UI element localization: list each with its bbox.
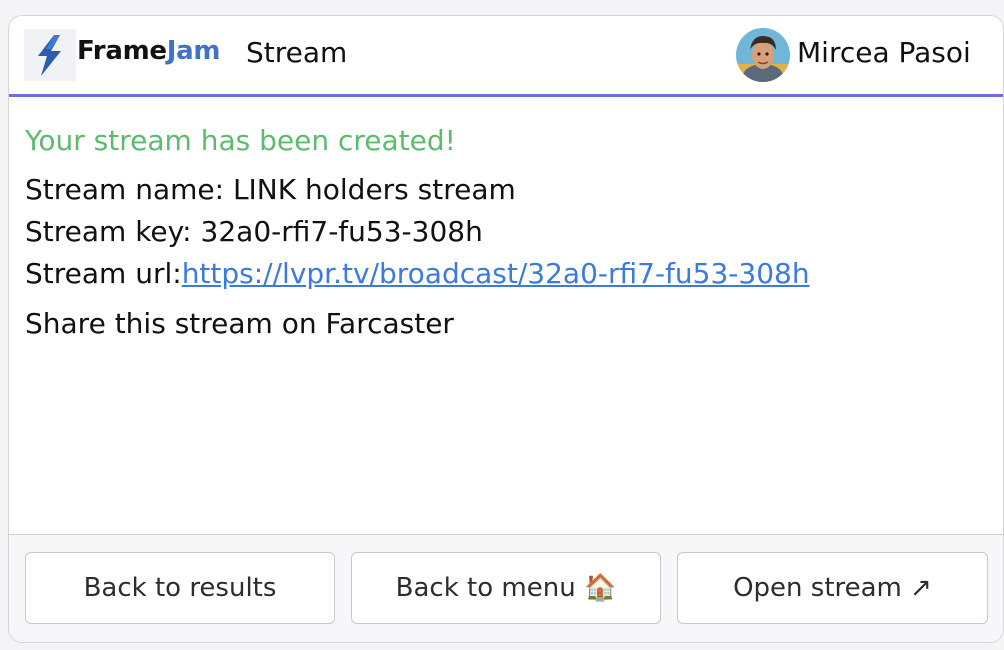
stream-name-label: Stream name: [25, 173, 233, 206]
frame-header: FrameJam Stream Mircea Pasoi [9, 16, 1003, 97]
stream-name-row: Stream name: LINK holders stream [25, 173, 516, 206]
brand-jam: Jam [166, 36, 221, 66]
stream-url-label: Stream url: [25, 257, 182, 290]
frame-card: FrameJam Stream Mircea Pasoi Your stream… [8, 15, 1004, 643]
stream-url-link[interactable]: https://lvpr.tv/broadcast/32a0-rfi7-fu53… [182, 257, 810, 290]
brand-subtitle: Stream [246, 36, 348, 69]
success-message: Your stream has been created! [25, 124, 456, 157]
stream-key-row: Stream key: 32a0-rfi7-fu53-308h [25, 215, 483, 248]
user-name: Mircea Pasoi [797, 36, 971, 69]
avatar [736, 28, 790, 82]
stream-key-value: 32a0-rfi7-fu53-308h [200, 215, 483, 248]
frame-image: FrameJam Stream Mircea Pasoi Your stream… [9, 16, 1003, 535]
stream-url-row: Stream url:https://lvpr.tv/broadcast/32a… [25, 257, 810, 290]
framejam-logo-icon [24, 29, 76, 81]
share-text: Share this stream on Farcaster [25, 307, 454, 340]
brand-frame: Frame [77, 36, 167, 66]
stream-name-value: LINK holders stream [232, 173, 516, 206]
brand-name: FrameJam [77, 36, 220, 66]
open-stream-button[interactable]: Open stream ↗ [677, 552, 988, 624]
frame-button-bar: Back to results Back to menu 🏠 Open stre… [9, 535, 1003, 642]
back-to-results-button[interactable]: Back to results [25, 552, 335, 624]
stream-key-label: Stream key: [25, 215, 201, 248]
back-to-menu-button[interactable]: Back to menu 🏠 [351, 552, 661, 624]
